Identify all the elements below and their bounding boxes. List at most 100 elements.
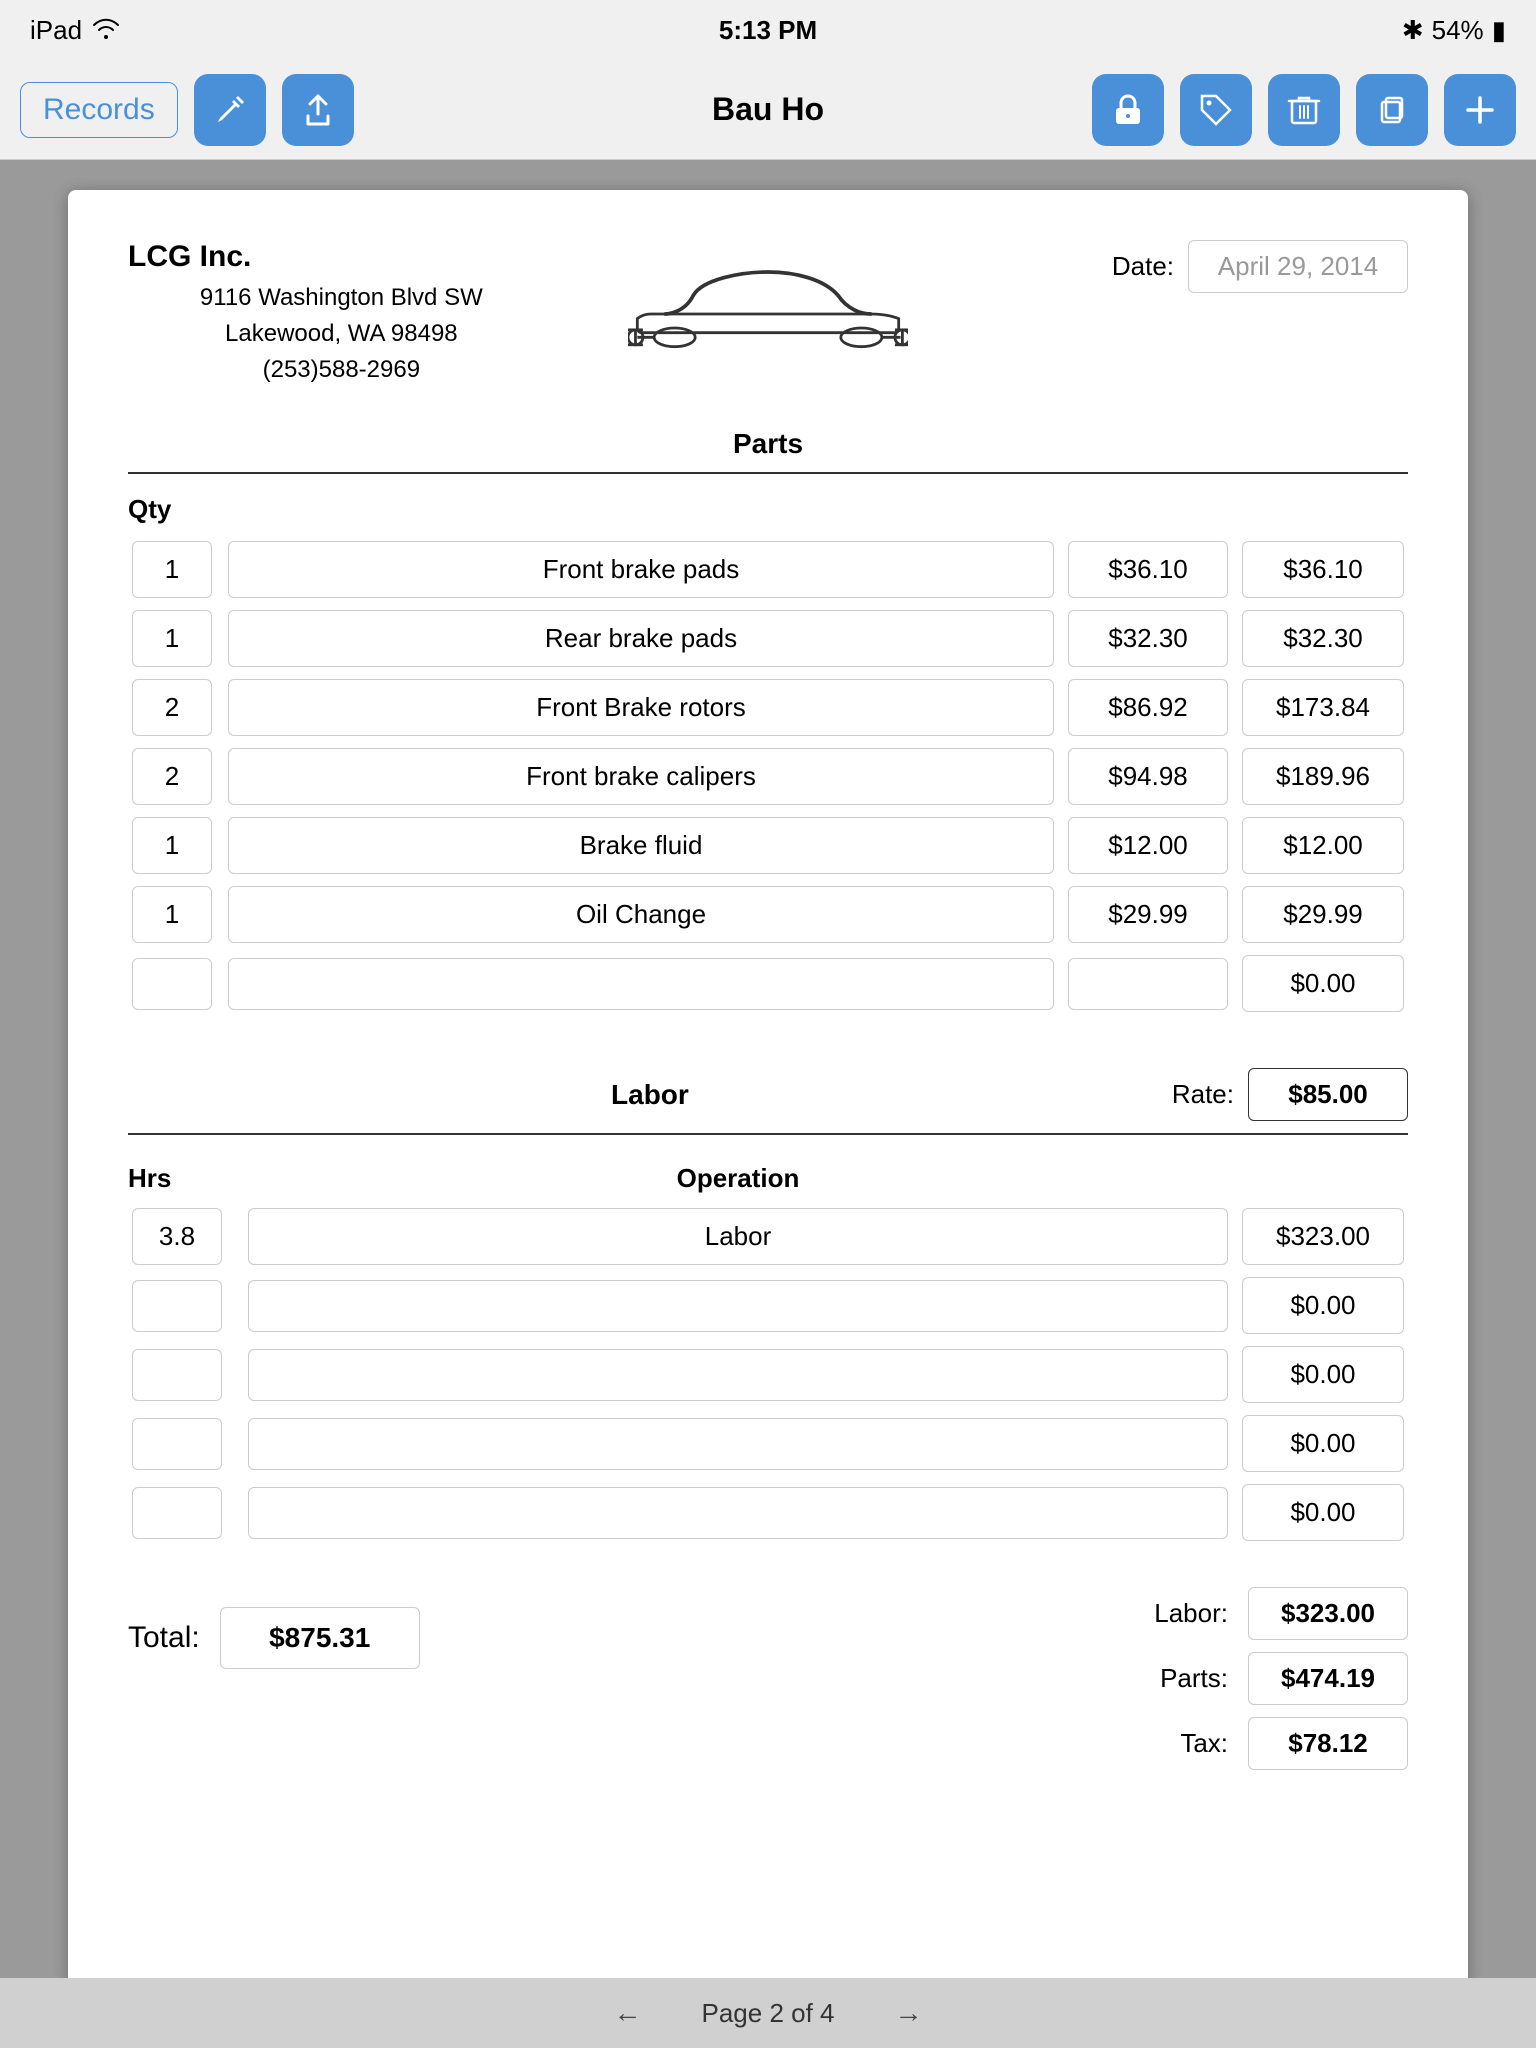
labor-table-row: 3.8 Labor $323.00 [128,1202,1408,1271]
desc-cell [218,949,1064,1018]
battery-percent: 54% [1432,15,1484,46]
op-cell [238,1271,1238,1340]
total-cell: $173.84 [1238,673,1408,742]
desc-cell: Oil Change [218,880,1064,949]
summary-section: Total: $875.31 Labor: $323.00 Parts: $47… [128,1587,1408,1770]
price-cell: $32.30 [1064,604,1238,673]
company-name: LCG Inc. [128,240,555,274]
bottom-bar: ← Page 2 of 4 → [0,1978,1536,2048]
op-cell: Labor [238,1202,1238,1271]
page-title: Bau Ho [712,91,824,128]
parts-table-row: 1 Brake fluid $12.00 $12.00 [128,811,1408,880]
share-button[interactable] [282,74,354,146]
qty-cell: 1 [128,535,218,604]
toolbar-right [1092,74,1516,146]
desc-cell: Brake fluid [218,811,1064,880]
labor-row-total: $323.00 [1238,1202,1408,1271]
qty-cell: 1 [128,604,218,673]
parts-table-row: 1 Rear brake pads $32.30 $32.30 [128,604,1408,673]
summary-right: Labor: $323.00 Parts: $474.19 Tax: $78.1… [1048,1587,1408,1770]
qty-cell [128,949,218,1018]
parts-table-row: $0.00 [128,949,1408,1018]
records-button[interactable]: Records [20,82,178,138]
add-button[interactable] [1444,74,1516,146]
price-cell: $36.10 [1064,535,1238,604]
tax-sum-value: $78.12 [1248,1717,1408,1770]
qty-cell: 2 [128,742,218,811]
hrs-cell [128,1409,238,1478]
op-header: Operation [238,1155,1238,1202]
tag-button[interactable] [1180,74,1252,146]
labor-row-total: $0.00 [1238,1409,1408,1478]
delete-button[interactable] [1268,74,1340,146]
parts-table: 1 Front brake pads $36.10 $36.10 1 Rear … [128,535,1408,1018]
parts-title: Parts [128,428,1408,460]
labor-title: Labor [128,1079,1172,1111]
parts-section: Parts Qty 1 Front brake pads $36.10 $36.… [128,428,1408,1018]
copy-button[interactable] [1356,74,1428,146]
hrs-cell: 3.8 [128,1202,238,1271]
lock-button[interactable] [1092,74,1164,146]
parts-table-row: 2 Front Brake rotors $86.92 $173.84 [128,673,1408,742]
qty-cell: 1 [128,811,218,880]
total-cell: $32.30 [1238,604,1408,673]
parts-table-row: 1 Front brake pads $36.10 $36.10 [128,535,1408,604]
main-area: LCG Inc. 9116 Washington Blvd SW Lakewoo… [0,160,1536,1978]
parts-sum-value: $474.19 [1248,1652,1408,1705]
rate-field[interactable]: $85.00 [1248,1068,1408,1121]
op-cell [238,1478,1238,1547]
price-cell: $12.00 [1064,811,1238,880]
qty-cell: 2 [128,673,218,742]
labor-table-row: $0.00 [128,1340,1408,1409]
desc-cell: Front Brake rotors [218,673,1064,742]
toolbar: Records Bau Ho [0,60,1536,160]
total-cell: $36.10 [1238,535,1408,604]
parts-table-row: 2 Front brake calipers $94.98 $189.96 [128,742,1408,811]
hrs-cell [128,1340,238,1409]
price-cell: $86.92 [1064,673,1238,742]
labor-section-header: Labor Rate: $85.00 [128,1068,1408,1135]
bluetooth-icon: ✱ [1402,15,1424,46]
total-cell: $12.00 [1238,811,1408,880]
op-cell [238,1409,1238,1478]
parts-table-row: 1 Oil Change $29.99 $29.99 [128,880,1408,949]
rate-section: Rate: $85.00 [1172,1068,1408,1121]
hrs-cell [128,1478,238,1547]
company-address: 9116 Washington Blvd SW Lakewood, WA 984… [128,280,555,388]
toolbar-left: Records [20,74,354,146]
labor-section: Labor Rate: $85.00 Hrs Operation 3.8 [128,1068,1408,1547]
labor-sum-label: Labor: [1154,1598,1228,1629]
battery-icon: ▮ [1492,15,1506,46]
status-time: 5:13 PM [719,15,817,46]
labor-table-row: $0.00 [128,1271,1408,1340]
prev-page-button[interactable]: ← [614,1997,642,2029]
total-cell: $189.96 [1238,742,1408,811]
labor-summary-row: Labor: $323.00 [1048,1587,1408,1640]
company-info: LCG Inc. 9116 Washington Blvd SW Lakewoo… [128,240,555,388]
total-field[interactable]: $875.31 [220,1607,420,1669]
total-cell: $29.99 [1238,880,1408,949]
document: LCG Inc. 9116 Washington Blvd SW Lakewoo… [68,190,1468,1990]
parts-sum-label: Parts: [1160,1663,1228,1694]
labor-row-total: $0.00 [1238,1271,1408,1340]
hrs-cell [128,1271,238,1340]
desc-cell: Front brake calipers [218,742,1064,811]
labor-total-header [1238,1155,1408,1202]
price-cell: $94.98 [1064,742,1238,811]
parts-section-header: Parts [128,428,1408,474]
total-cell: $0.00 [1238,949,1408,1018]
total-label: Total: [128,1621,200,1655]
labor-row-total: $0.00 [1238,1340,1408,1409]
hrs-header: Hrs [128,1155,238,1202]
doc-header: LCG Inc. 9116 Washington Blvd SW Lakewoo… [128,240,1408,388]
qty-cell: 1 [128,880,218,949]
status-left: iPad [30,15,120,46]
price-cell: $29.99 [1064,880,1238,949]
date-field[interactable]: April 29, 2014 [1188,240,1408,293]
labor-sum-value: $323.00 [1248,1587,1408,1640]
page-indicator: Page 2 of 4 [702,1998,835,2029]
next-page-button[interactable]: → [895,1997,923,2029]
edit-button[interactable] [194,74,266,146]
device-label: iPad [30,15,82,46]
labor-table: Hrs Operation 3.8 Labor $323.00 $0.00 [128,1155,1408,1547]
